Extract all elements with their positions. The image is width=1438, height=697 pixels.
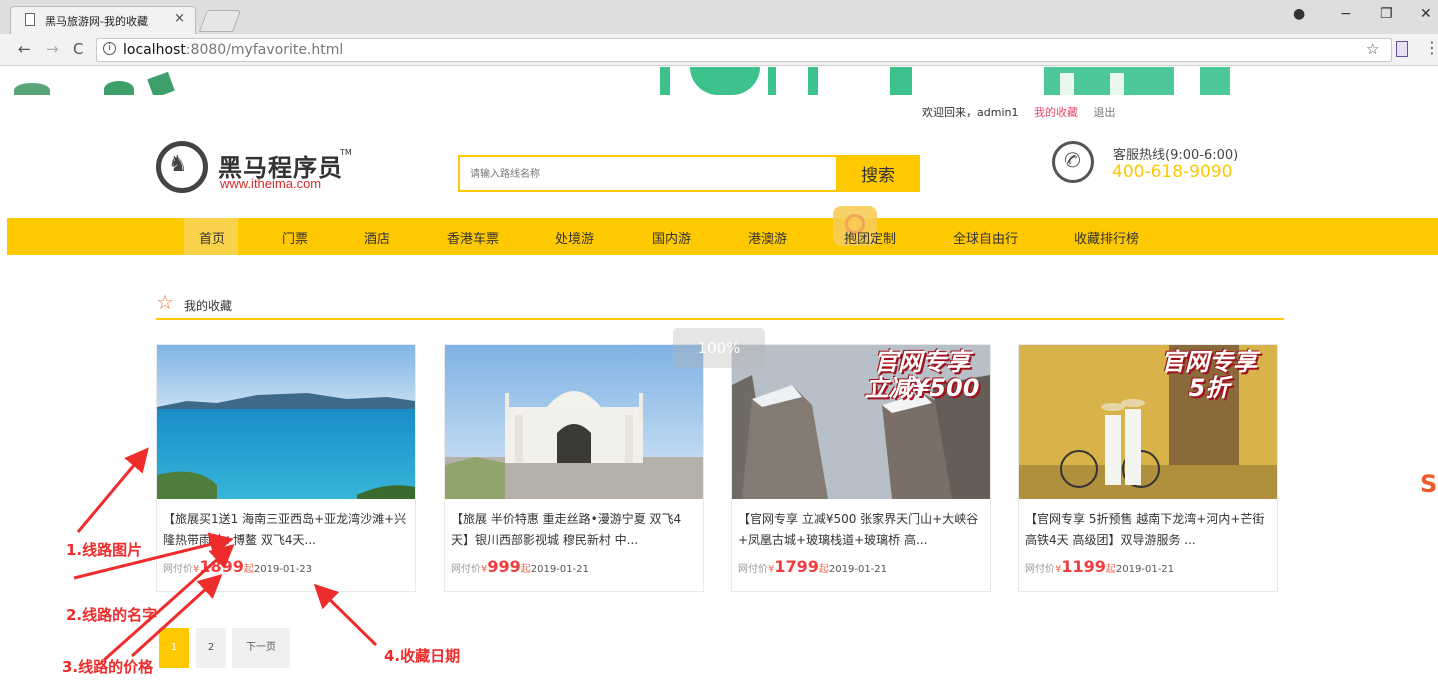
annotation-label-date: 4.收藏日期 — [384, 647, 461, 665]
annotation-arrows — [73, 447, 378, 662]
side-widget-icon[interactable]: S — [1420, 470, 1437, 498]
annotation-label-image: 1.线路图片 — [66, 541, 143, 559]
annotation-label-price: 3.线路的价格 — [62, 658, 154, 676]
annotation-label-name: 2.线路的名字 — [66, 606, 158, 624]
